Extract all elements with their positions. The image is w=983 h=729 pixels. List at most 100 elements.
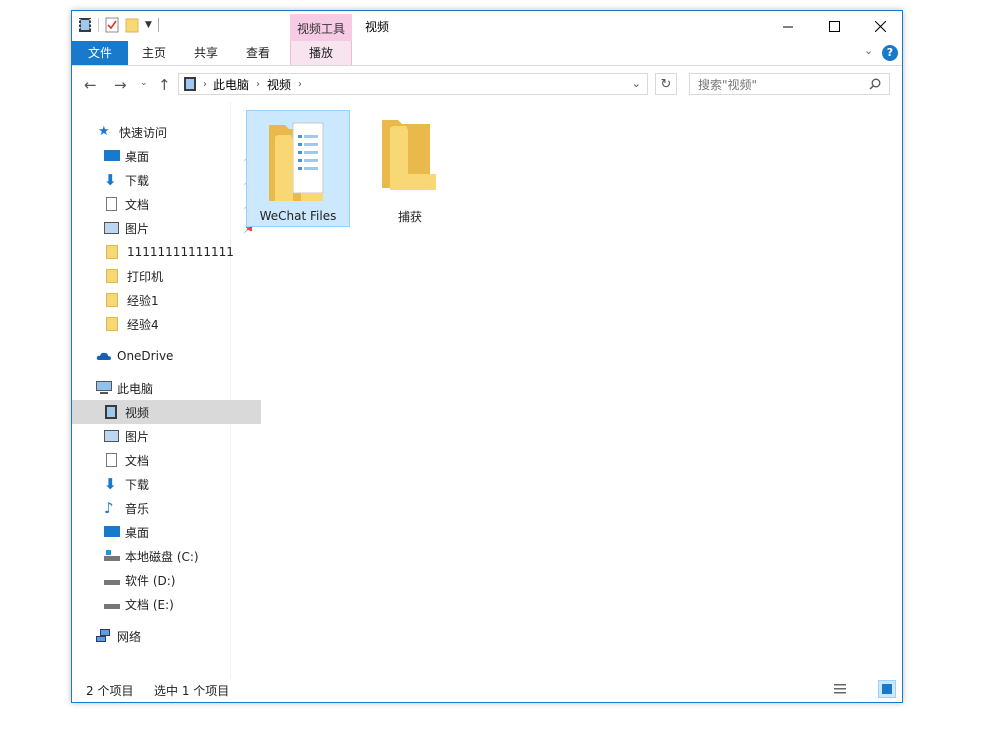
nav-label: 下载 [125, 477, 150, 492]
nav-label: 此电脑 [117, 381, 154, 396]
nav-label: 11111111111111 [127, 245, 234, 259]
nav-label: 桌面 [125, 149, 150, 164]
network-icon [96, 629, 112, 643]
navigation-pane: ★ 快速访问 桌面 📌 ⬇ 下载 📌 文档 📌 图片 📌 [72, 102, 261, 678]
tab-home[interactable]: 主页 [134, 41, 174, 65]
quick-access-toolbar: ▼ [78, 17, 159, 33]
expand-ribbon-icon[interactable]: ⌄ [864, 44, 873, 57]
nav-network[interactable]: 网络 [72, 624, 253, 648]
breadcrumb-separator-icon: › [203, 78, 207, 90]
drive-icon [104, 573, 120, 587]
address-dropdown-icon[interactable]: ⌄ [632, 77, 641, 90]
forward-button[interactable]: → [114, 76, 127, 94]
nav-label: 文档 (E:) [125, 597, 174, 612]
large-icons-view-icon[interactable] [878, 680, 896, 698]
folder-icon [382, 120, 436, 190]
item-count: 2 个项目 [86, 684, 134, 698]
search-box[interactable] [689, 73, 890, 95]
help-icon[interactable]: ? [882, 45, 898, 61]
download-arrow-icon: ⬇ [104, 475, 117, 493]
download-arrow-icon: ⬇ [104, 171, 117, 189]
tab-share[interactable]: 共享 [186, 41, 226, 65]
details-view-icon[interactable] [832, 681, 848, 697]
nav-label: 快速访问 [119, 125, 168, 140]
content-area: ★ 快速访问 桌面 📌 ⬇ 下载 📌 文档 📌 图片 📌 [72, 102, 902, 678]
file-name: 捕获 [397, 210, 422, 224]
nav-label: 文档 [125, 453, 150, 468]
status-bar: 2 个项目 选中 1 个项目 [72, 678, 902, 702]
nav-label: 下载 [125, 173, 150, 188]
breadcrumb-separator-icon: › [256, 78, 261, 90]
address-bar[interactable]: › 此电脑 › 视频 › ⌄ [178, 73, 648, 95]
music-note-icon: ♪ [104, 499, 114, 517]
tab-view[interactable]: 查看 [238, 41, 278, 65]
new-folder-icon[interactable] [125, 17, 139, 33]
file-item-capture[interactable]: 捕获 [358, 110, 462, 227]
nav-label: 经验1 [127, 293, 159, 308]
nav-label: 视频 [125, 405, 150, 420]
nav-quick-access[interactable]: ★ 快速访问 [72, 120, 255, 144]
nav-label: 网络 [117, 629, 142, 644]
video-folder-icon [184, 77, 196, 91]
customize-toolbar-icon[interactable]: ▼ [145, 20, 152, 30]
file-list: WeChat Files 捕获 [230, 102, 902, 678]
breadcrumb-this-pc[interactable]: 此电脑 [213, 76, 249, 93]
refresh-button[interactable]: ↻ [655, 73, 677, 95]
refresh-icon: ↻ [660, 76, 672, 92]
nav-label: 图片 [125, 221, 150, 236]
file-item-wechat-files[interactable]: WeChat Files [246, 110, 350, 227]
picture-icon [104, 221, 120, 235]
picture-icon [104, 429, 120, 443]
address-row: ← → ⌄ ↑ › 此电脑 › 视频 › ⌄ ↻ [72, 66, 902, 102]
tab-play[interactable]: 播放 [290, 41, 352, 65]
back-button[interactable]: ← [84, 76, 97, 94]
properties-icon[interactable] [105, 17, 119, 33]
document-icon [104, 453, 120, 467]
nav-label: 文档 [125, 197, 150, 212]
nav-label: 软件 (D:) [125, 573, 176, 588]
window-title: 视频 [365, 20, 390, 34]
selected-count: 选中 1 个项目 [154, 684, 230, 698]
ribbon-tabs: 文件 主页 共享 查看 播放 ⌄ ? [72, 41, 902, 66]
nav-label: 本地磁盘 (C:) [125, 549, 199, 564]
nav-label: 经验4 [127, 317, 159, 332]
nav-label: 图片 [125, 429, 150, 444]
desktop-icon [104, 149, 120, 163]
divider [98, 18, 99, 32]
file-name: WeChat Files [259, 209, 337, 223]
explorer-window: ▼ 视频工具 视频 文件 主页 共享 查看 播放 ⌄ ? ← → ⌄ ↑ › 此… [71, 10, 903, 703]
maximize-icon [828, 20, 840, 32]
star-icon: ★ [98, 124, 110, 139]
minimize-button[interactable] [765, 11, 811, 41]
title-bar: ▼ 视频工具 视频 [72, 11, 903, 42]
nav-label: 桌面 [125, 525, 150, 540]
document-icon [104, 197, 120, 211]
computer-icon [96, 381, 112, 395]
tab-file[interactable]: 文件 [72, 41, 128, 65]
search-input[interactable] [696, 75, 870, 95]
close-icon [874, 20, 886, 32]
up-button[interactable]: ↑ [158, 76, 171, 94]
divider [157, 18, 159, 32]
breadcrumb-videos[interactable]: 视频 [267, 76, 291, 93]
search-icon [869, 78, 881, 90]
minimize-icon [782, 26, 793, 27]
video-folder-icon [79, 18, 91, 32]
folder-icon [106, 293, 122, 307]
maximize-button[interactable] [811, 11, 857, 41]
nav-this-pc[interactable]: 此电脑 [72, 376, 253, 400]
nav-onedrive[interactable]: OneDrive [72, 344, 253, 368]
cloud-icon [96, 349, 112, 363]
close-button[interactable] [857, 11, 903, 41]
recent-locations-chevron-icon[interactable]: ⌄ [140, 78, 148, 88]
nav-label: 音乐 [125, 501, 150, 516]
desktop-icon [104, 525, 120, 539]
folder-with-documents-icon [269, 122, 324, 201]
folder-icon [106, 269, 122, 283]
breadcrumb-separator-icon: › [298, 78, 303, 90]
video-folder-icon [104, 405, 120, 419]
nav-label: OneDrive [117, 349, 174, 363]
drive-icon [104, 597, 120, 611]
folder-icon [106, 317, 122, 331]
video-tools-header: 视频工具 [290, 14, 352, 42]
